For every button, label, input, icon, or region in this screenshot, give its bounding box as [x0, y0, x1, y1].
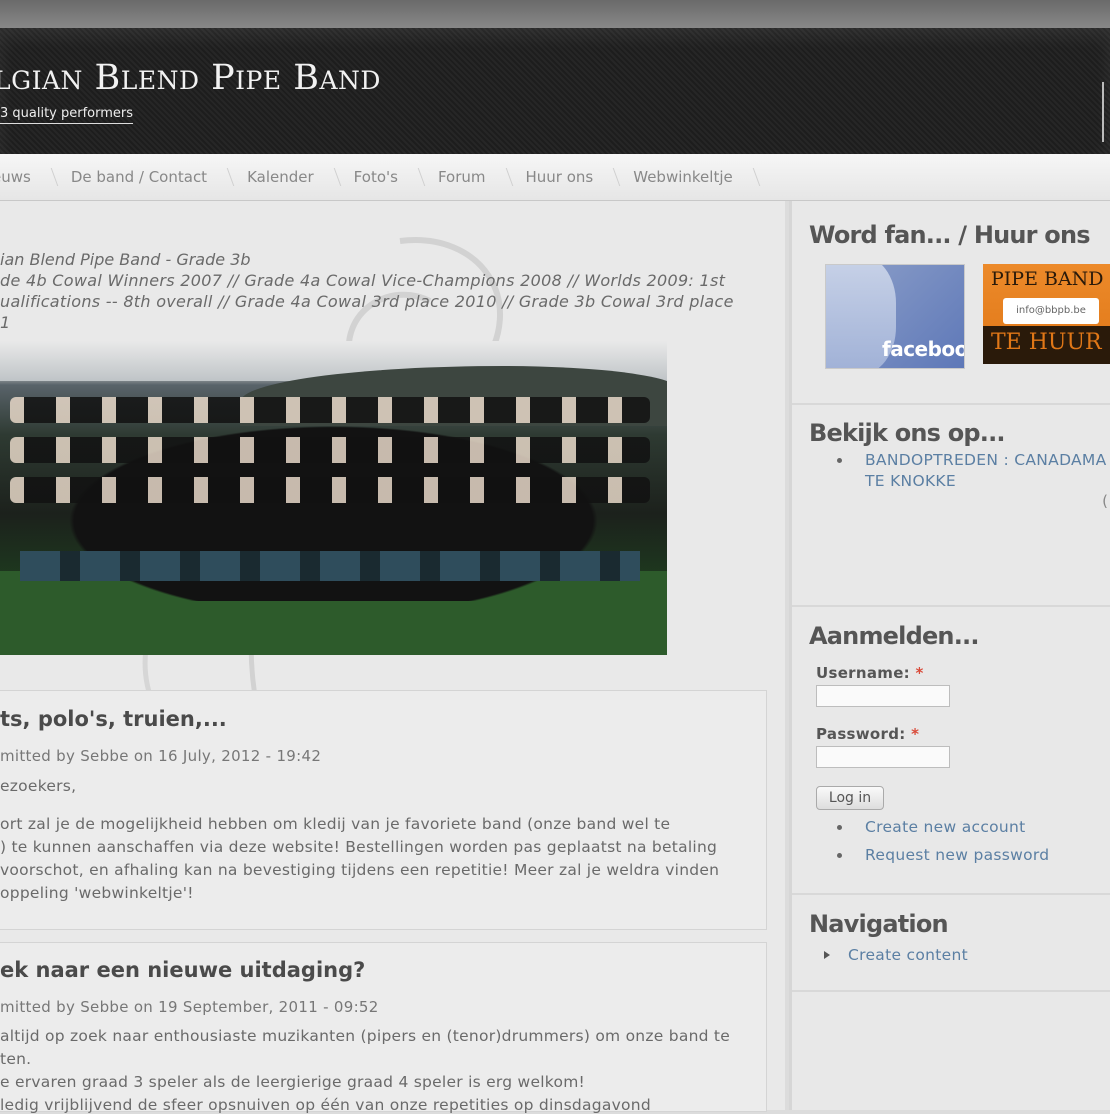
hire-us-badge[interactable]: PIPE BAND info@bbpb.be TE HUUR — [983, 264, 1110, 364]
create-account-link[interactable]: Create new account — [865, 818, 1026, 836]
nav-item-kalender[interactable]: Kalender — [227, 154, 334, 200]
nav-item-forum[interactable]: Forum — [418, 154, 506, 200]
post-1-line-4: voorschot, en afhaling kan na bevestigin… — [0, 861, 720, 879]
password-input[interactable] — [816, 746, 950, 768]
sidebar-separator-2 — [792, 605, 1110, 607]
request-password-link[interactable]: Request new password — [865, 846, 1049, 864]
fan-block-title: Word fan... / Huur ons — [809, 221, 1091, 249]
band-achievements-line-1: de 4b Cowal Winners 2007 // Grade 4a Cow… — [0, 271, 726, 290]
post-1-line-5: oppeling 'webwinkeltje'! — [0, 884, 194, 902]
post-1-line-1: ezoekers, — [0, 777, 77, 795]
post-2-line-1: altijd op zoek naar enthousiaste muzikan… — [0, 1027, 731, 1045]
username-required-mark: * — [915, 664, 924, 682]
nav-item-band-contact[interactable]: De band / Contact — [51, 154, 227, 200]
sidebar-separator-1 — [792, 403, 1110, 405]
photo-row-back — [10, 397, 650, 423]
post-1-line-3: ) te kunnen aanschaffen via deze website… — [0, 838, 718, 856]
watch-link-line-1[interactable]: BANDOPTREDEN : CANADAMA — [865, 451, 1107, 469]
sidebar-separator-3 — [792, 893, 1110, 895]
post-1-line-2: ort zal je de mogelijkheid hebben om kle… — [0, 815, 671, 833]
post-2-title[interactable]: ek naar een nieuwe uitdaging? — [0, 958, 365, 982]
create-content-link[interactable]: Create content — [848, 946, 968, 964]
sidebar-separator-4 — [792, 990, 1110, 992]
login-block-title: Aanmelden... — [809, 622, 979, 650]
band-achievements-line-3: 1 — [0, 313, 11, 332]
main-nav: euws De band / Contact Kalender Foto's F… — [0, 154, 1110, 201]
nav-item-huur-ons[interactable]: Huur ons — [506, 154, 614, 200]
photo-kilts — [20, 551, 640, 581]
facebook-label: facebook — [882, 337, 964, 361]
site-title[interactable]: lgian Blend Pipe Band — [0, 58, 381, 98]
login-button[interactable]: Log in — [816, 786, 884, 810]
password-label: Password: * — [816, 725, 919, 743]
nav-item-fotos[interactable]: Foto's — [334, 154, 418, 200]
navigation-block-title: Navigation — [809, 910, 949, 938]
hire-badge-bottom-text: TE HUUR — [991, 330, 1102, 355]
band-photo[interactable] — [0, 341, 667, 655]
photo-row-middle — [10, 437, 650, 463]
create-content-arrow-icon — [824, 951, 830, 959]
username-label: Username: * — [816, 664, 924, 682]
create-account-bullet — [837, 825, 842, 830]
post-2-line-2: ten. — [0, 1050, 32, 1068]
site-header: lgian Blend Pipe Band 3 quality performe… — [0, 28, 1110, 154]
band-achievements-line-2: ualifications -- 8th overall // Grade 4a… — [0, 292, 734, 311]
watch-link-line-2[interactable]: TE KNOKKE — [865, 472, 956, 490]
post-2-line-3: e ervaren graad 3 speler als de leergier… — [0, 1073, 586, 1091]
username-label-text: Username: — [816, 664, 910, 682]
browser-top-strip — [0, 0, 1110, 30]
band-title: ian Blend Pipe Band - Grade 3b — [0, 250, 251, 269]
post-1-meta: mitted by Sebbe on 16 July, 2012 - 19:42 — [0, 747, 322, 765]
watch-block-title: Bekijk ons op... — [809, 419, 1006, 447]
username-input[interactable] — [816, 685, 950, 707]
facebook-badge[interactable]: facebook — [825, 264, 965, 369]
post-2-meta: mitted by Sebbe on 19 September, 2011 - … — [0, 998, 379, 1016]
site-slogan: 3 quality performers — [0, 106, 134, 124]
header-corner-mark — [1102, 82, 1110, 142]
watch-edge-char: ( — [1102, 492, 1108, 510]
password-required-mark: * — [911, 725, 920, 743]
watch-link-bullet — [837, 458, 842, 463]
request-password-bullet — [837, 853, 842, 858]
photo-row-front — [10, 477, 650, 503]
nav-item-nieuws[interactable]: euws — [0, 154, 51, 200]
password-label-text: Password: — [816, 725, 906, 743]
post-1-title[interactable]: ts, polo's, truien,... — [0, 707, 227, 731]
hire-badge-top-text: PIPE BAND — [991, 268, 1104, 290]
post-2-line-4: ledig vrijblijvend de sfeer opsnuiven op… — [0, 1096, 651, 1114]
nav-item-webwinkeltje[interactable]: Webwinkeltje — [613, 154, 752, 200]
hire-badge-email: info@bbpb.be — [1003, 298, 1099, 324]
